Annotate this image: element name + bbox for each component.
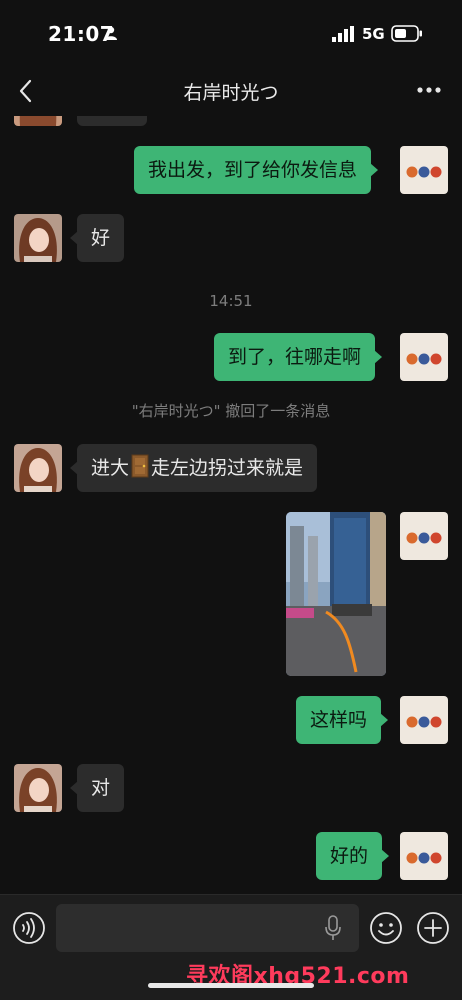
timestamp: 14:51 xyxy=(209,292,253,310)
microphone-icon[interactable] xyxy=(324,915,342,941)
person-icon xyxy=(105,26,117,40)
recall-notice: "右岸时光つ" 撤回了一条消息 xyxy=(131,402,331,420)
message-input[interactable] xyxy=(56,904,359,952)
more-options-icon[interactable] xyxy=(414,80,444,100)
message-bubble-incoming[interactable]: 对 xyxy=(69,764,125,812)
chat-header: 右岸时光つ xyxy=(0,66,462,116)
emoji-icon[interactable] xyxy=(369,911,403,945)
battery-icon xyxy=(391,25,422,42)
message-bubble-incoming[interactable] xyxy=(77,116,147,126)
message-bubble-outgoing[interactable]: 这样吗 xyxy=(296,696,389,744)
contact-avatar[interactable] xyxy=(14,116,62,126)
message-bubble-incoming[interactable]: 好 xyxy=(69,214,125,262)
voice-mode-icon[interactable] xyxy=(12,911,46,945)
my-avatar[interactable] xyxy=(400,696,448,744)
message-bubble-outgoing[interactable]: 好的 xyxy=(316,832,390,880)
contact-avatar[interactable] xyxy=(14,444,62,492)
my-avatar[interactable] xyxy=(400,146,448,194)
chat-title: 右岸时光つ xyxy=(183,82,279,104)
my-avatar[interactable] xyxy=(400,333,448,381)
contact-avatar[interactable] xyxy=(14,764,62,812)
message-list[interactable]: 我出发，到了给你发信息 好 14:51 到了，往哪走啊 "右岸时光つ" 撤回了一… xyxy=(0,116,462,894)
plus-icon[interactable] xyxy=(416,911,450,945)
my-avatar[interactable] xyxy=(400,832,448,880)
signal-icon xyxy=(332,26,354,42)
message-bubble-incoming[interactable]: 进大 走左边拐过来就是 xyxy=(69,444,318,492)
network-type: 5G xyxy=(362,25,385,43)
message-text: 进大 xyxy=(91,457,130,479)
message-bubble-outgoing[interactable]: 我出发，到了给你发信息 xyxy=(134,146,379,194)
message-text: 走左边拐过来就是 xyxy=(151,457,304,479)
message-bubble-outgoing[interactable]: 到了，往哪走啊 xyxy=(214,333,383,381)
message-input-bar: 寻欢阁xhg521.com xyxy=(0,894,462,1000)
image-message[interactable] xyxy=(286,512,386,676)
contact-avatar[interactable] xyxy=(14,214,62,262)
home-indicator[interactable] xyxy=(148,983,314,988)
door-emoji-icon xyxy=(131,454,149,478)
my-avatar[interactable] xyxy=(400,512,448,560)
status-bar: 21:07 5G xyxy=(0,0,462,66)
